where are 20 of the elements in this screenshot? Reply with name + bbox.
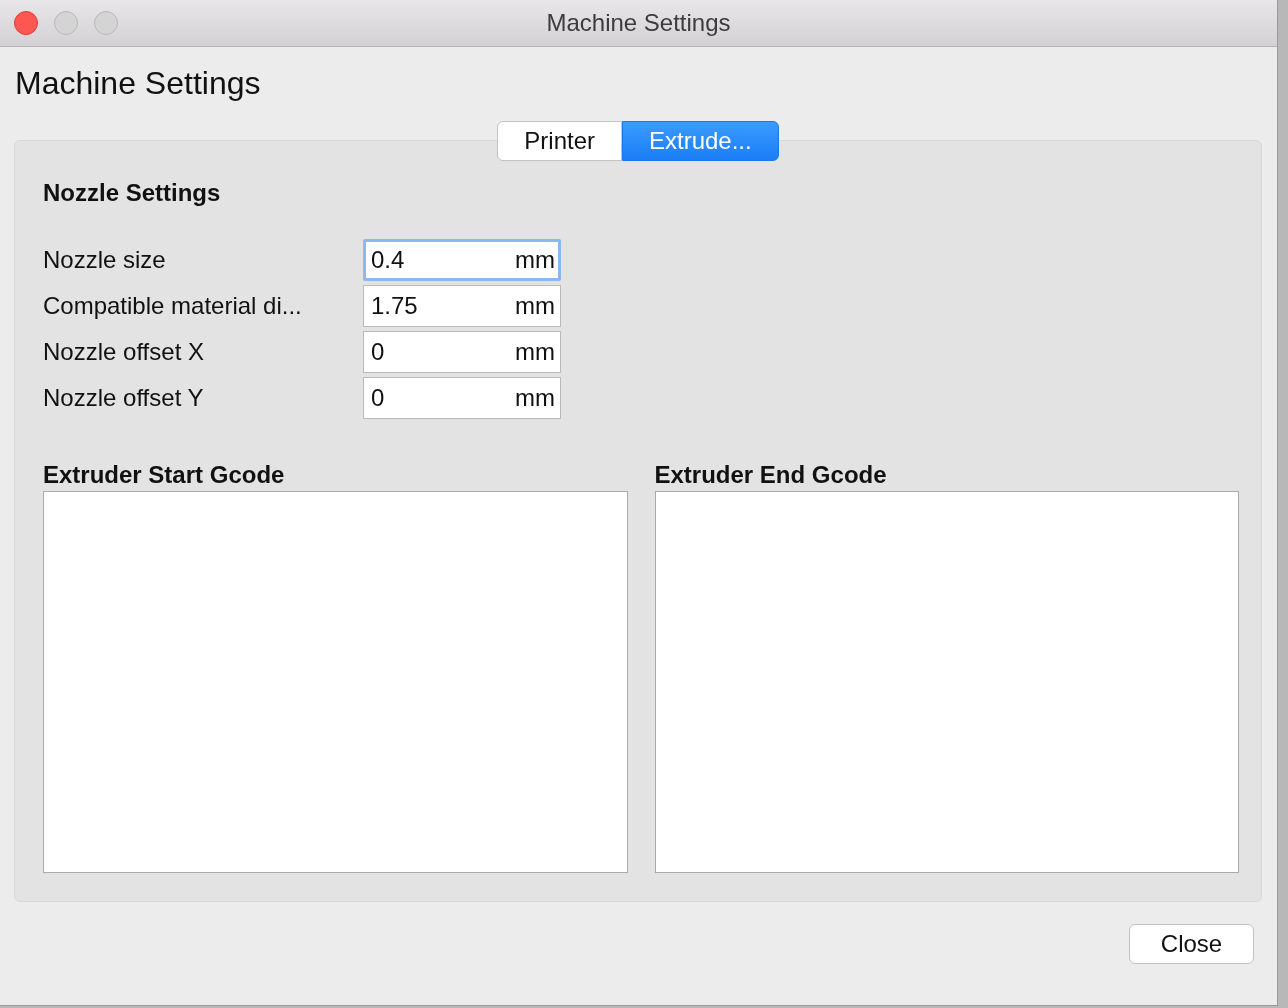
close-window-button[interactable]: [14, 11, 38, 35]
close-button[interactable]: Close: [1129, 924, 1254, 964]
gcode-title: Extruder Start Gcode: [43, 461, 285, 489]
gcode-editor[interactable]: [654, 491, 1239, 873]
unit-label: mm: [515, 246, 555, 274]
field-label: Nozzle size: [43, 246, 167, 274]
unit-label: mm: [515, 292, 555, 320]
dialog-heading: Machine Settings: [15, 65, 261, 102]
gcode-editor[interactable]: [43, 491, 628, 873]
field-label: Compatible material di...: [43, 292, 303, 320]
gcode-title: Extruder End Gcode: [654, 461, 887, 489]
minimize-window-button[interactable]: [54, 11, 78, 35]
unit-label: mm: [515, 338, 555, 366]
field-label: Nozzle offset X: [43, 338, 205, 366]
zoom-window-button[interactable]: [94, 11, 118, 35]
unit-label: mm: [515, 384, 555, 412]
field-label: Nozzle offset Y: [43, 384, 205, 412]
tab[interactable]: Printer: [497, 121, 622, 161]
section-title: Nozzle Settings: [43, 179, 221, 207]
window-title: Machine Settings: [546, 9, 731, 36]
